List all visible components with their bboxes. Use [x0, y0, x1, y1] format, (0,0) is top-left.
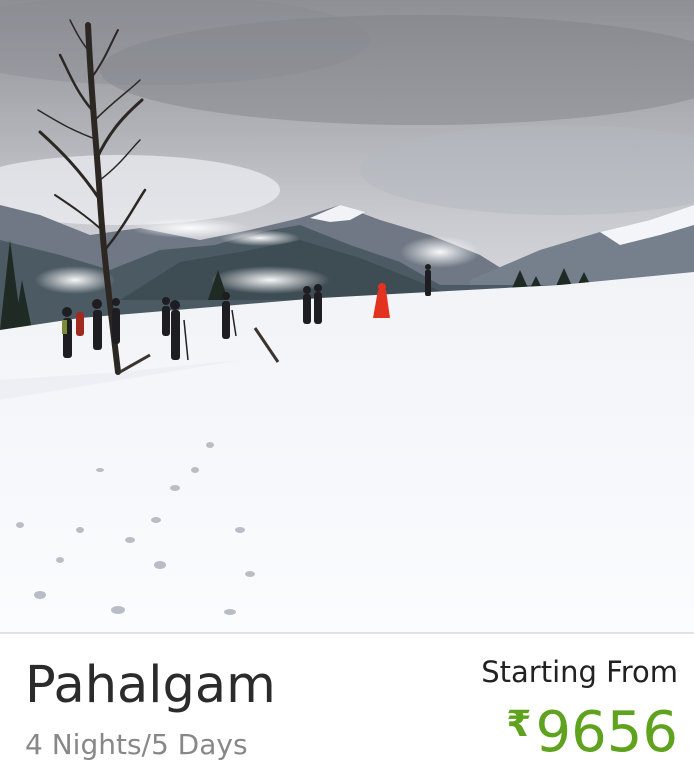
destination-photo[interactable] — [0, 0, 694, 632]
price-amount: 9656 — [535, 700, 678, 765]
rupee-icon: ₹ — [506, 704, 532, 745]
trip-duration: 4 Nights/5 Days — [25, 728, 248, 761]
package-card[interactable]: Pahalgam 4 Nights/5 Days Starting From ₹… — [0, 0, 694, 783]
starting-from-label: Starting From — [481, 655, 678, 689]
price: ₹ 9656 — [506, 700, 678, 766]
package-info: Pahalgam 4 Nights/5 Days Starting From ₹… — [0, 632, 694, 783]
destination-name[interactable]: Pahalgam — [25, 656, 276, 716]
